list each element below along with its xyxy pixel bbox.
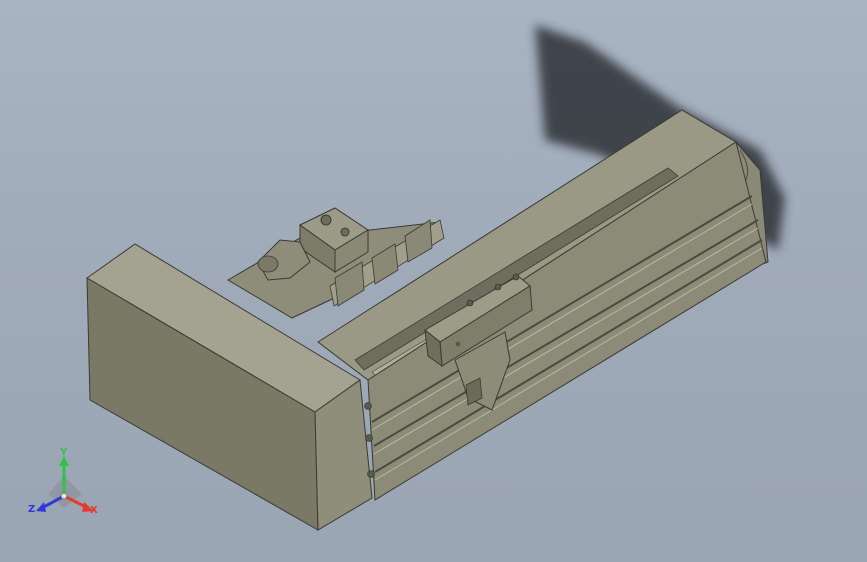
carriage-bolt-2 — [494, 283, 502, 291]
linear-actuator-model[interactable] — [0, 0, 867, 562]
housing-screw-3 — [367, 470, 375, 478]
clamp-screw-2 — [340, 227, 350, 237]
housing-screw-1 — [364, 402, 372, 410]
triad-y-label: Y — [60, 447, 68, 458]
triad-origin — [60, 492, 68, 500]
carriage-bolt-3 — [512, 273, 520, 281]
triad-x-label: X — [90, 505, 98, 516]
carriage-bolt-1 — [466, 299, 474, 307]
triad-z-arrow — [36, 502, 46, 512]
triad-z-label: Z — [28, 504, 36, 515]
housing-screw-2 — [365, 434, 373, 442]
view-orientation-triad[interactable]: Y X Z — [28, 448, 108, 522]
clamp-screw-1 — [320, 214, 332, 226]
3d-graphics-viewport[interactable]: Y X Z — [0, 0, 867, 562]
carriage-bolt-4 — [455, 341, 461, 347]
